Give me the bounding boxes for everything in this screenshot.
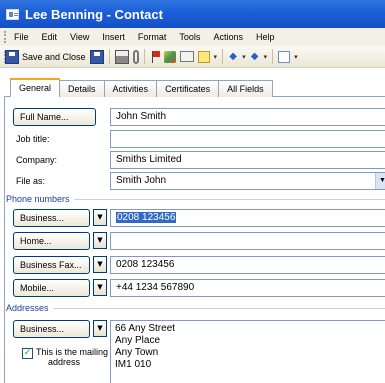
addresses-heading: Addresses <box>6 303 49 313</box>
phone-business-dropdown[interactable]: ▼ <box>93 209 107 226</box>
address-business-button[interactable]: Business... <box>13 320 90 338</box>
mailing-address-label-line1: This is the mailing <box>36 347 109 357</box>
company-field[interactable]: Smiths Limited <box>110 151 385 169</box>
toolbar-separator <box>272 49 274 64</box>
section-divider <box>73 198 385 200</box>
note-icon[interactable] <box>197 50 210 63</box>
tab-strip: General Details Activities Certificates … <box>10 78 273 97</box>
toolbar-separator <box>222 49 224 64</box>
section-divider <box>52 307 385 309</box>
phone-mobile-field[interactable]: +44 1234 567890 <box>110 279 385 297</box>
chevron-down-icon[interactable]: ▼ <box>375 173 385 189</box>
address-line: Any Place <box>115 335 161 346</box>
save-icon <box>5 49 19 64</box>
address-textarea[interactable]: 66 Any Street Any Place Any Town IM1 010 <box>110 320 385 383</box>
standard-toolbar: Save and Close ▾ ◆ ▾ ◆ ▾ ▾ <box>0 46 385 68</box>
menu-insert[interactable]: Insert <box>102 32 125 42</box>
tab-all-fields[interactable]: All Fields <box>218 80 273 97</box>
address-type-dropdown[interactable]: ▼ <box>93 320 107 337</box>
next-arrow-icon[interactable]: ◆ <box>250 50 260 64</box>
tab-general[interactable]: General <box>10 78 61 97</box>
previous-dropdown-icon[interactable]: ▾ <box>242 53 246 61</box>
company-label: Company: <box>16 155 58 165</box>
address-line: Any Town <box>115 347 159 358</box>
mailing-address-label: This is the mailing address <box>36 347 108 367</box>
tab-certificates[interactable]: Certificates <box>156 80 220 97</box>
toolbar-overflow-icon[interactable]: ▾ <box>294 53 298 61</box>
window-title: Lee Benning - Contact <box>25 6 163 22</box>
file-as-combobox[interactable]: Smith John ▼ <box>110 172 385 190</box>
save-and-close-button[interactable]: Save and Close <box>5 49 86 64</box>
phone-mobile-dropdown[interactable]: ▼ <box>93 279 107 296</box>
address-line: IM1 010 <box>115 359 152 370</box>
contact-card-icon <box>6 8 19 20</box>
job-title-field[interactable] <box>110 130 385 148</box>
tab-activities[interactable]: Activities <box>103 80 158 97</box>
address-line: 66 Any Street <box>115 323 176 334</box>
tab-details[interactable]: Details <box>59 80 105 97</box>
phone-business-field[interactable]: 0208 123456 <box>110 209 385 227</box>
menu-file[interactable]: File <box>14 32 29 42</box>
menu-grip-handle[interactable] <box>4 31 7 43</box>
categories-icon[interactable] <box>163 50 176 63</box>
menu-help[interactable]: Help <box>256 32 275 42</box>
file-as-label: File as: <box>16 176 46 186</box>
addresses-section-header: Addresses <box>6 303 385 313</box>
next-dropdown-icon[interactable]: ▾ <box>264 53 268 61</box>
phone-business-button[interactable]: Business... <box>13 209 90 227</box>
toolbar-separator <box>143 49 145 64</box>
menu-actions[interactable]: Actions <box>213 32 243 42</box>
print-icon[interactable] <box>114 49 129 64</box>
full-name-button[interactable]: Full Name... <box>13 108 96 126</box>
phone-home-button[interactable]: Home... <box>13 232 90 250</box>
envelope-icon[interactable] <box>179 51 194 62</box>
toolbar-separator <box>108 49 110 64</box>
phone-business-fax-dropdown[interactable]: ▼ <box>93 256 107 273</box>
flag-icon[interactable] <box>150 50 160 64</box>
menu-edit[interactable]: Edit <box>42 32 58 42</box>
phone-numbers-heading: Phone numbers <box>6 194 70 204</box>
title-bar: Lee Benning - Contact <box>0 0 385 28</box>
file-as-value: Smith John <box>116 175 167 186</box>
phone-mobile-button[interactable]: Mobile... <box>13 279 90 297</box>
save-button[interactable] <box>89 49 104 64</box>
phone-numbers-section-header: Phone numbers <box>6 194 385 204</box>
paperclip-icon[interactable] <box>132 49 139 64</box>
job-title-label: Job title: <box>16 134 50 144</box>
full-name-field[interactable]: John Smith <box>110 108 385 126</box>
menu-format[interactable]: Format <box>138 32 167 42</box>
mailing-address-checkbox[interactable]: ✓ <box>22 348 33 359</box>
phone-home-dropdown[interactable]: ▼ <box>93 232 107 249</box>
note-dropdown-icon[interactable]: ▾ <box>214 53 218 61</box>
previous-arrow-icon[interactable]: ◆ <box>228 50 238 64</box>
mailing-address-label-line2: address <box>48 357 81 367</box>
phone-home-field[interactable] <box>110 232 385 250</box>
phone-business-fax-button[interactable]: Business Fax... <box>13 256 90 274</box>
menu-tools[interactable]: Tools <box>179 32 200 42</box>
save-and-close-label: Save and Close <box>22 51 86 62</box>
address-book-icon[interactable] <box>278 50 291 63</box>
phone-business-fax-field[interactable]: 0208 123456 <box>110 256 385 274</box>
menu-bar: File Edit View Insert Format Tools Actio… <box>0 28 385 46</box>
menu-view[interactable]: View <box>70 32 89 42</box>
phone-business-value: 0208 123456 <box>116 212 177 223</box>
